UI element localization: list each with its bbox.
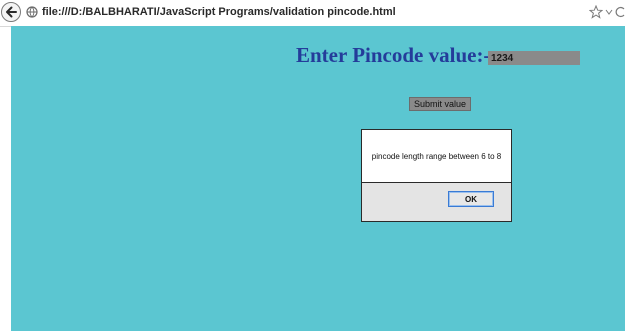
reload-icon[interactable]: [615, 5, 625, 19]
toolbar-icons: [589, 3, 625, 21]
page-globe-icon: [25, 5, 39, 19]
dropdown-arrow-icon[interactable]: [605, 8, 613, 16]
bookmark-star-icon[interactable]: [589, 5, 603, 19]
alert-footer: OK: [362, 183, 511, 221]
pincode-prompt-label: Enter Pincode value:-: [296, 43, 491, 67]
address-bar-url[interactable]: file:///D:/BALBHARATI/JavaScript Program…: [42, 6, 396, 18]
back-arrow-icon: [6, 6, 17, 18]
alert-message: pincode length range between 6 to 8: [371, 151, 502, 161]
pincode-input[interactable]: [488, 51, 580, 65]
alert-body: pincode length range between 6 to 8: [362, 130, 511, 183]
back-button[interactable]: [1, 2, 21, 22]
ok-button[interactable]: OK: [448, 191, 494, 207]
alert-dialog: pincode length range between 6 to 8 OK: [361, 129, 512, 222]
page-viewport: Enter Pincode value:- Submit value pinco…: [11, 26, 625, 331]
browser-toolbar: file:///D:/BALBHARATI/JavaScript Program…: [0, 0, 625, 27]
submit-button[interactable]: Submit value: [409, 97, 471, 111]
